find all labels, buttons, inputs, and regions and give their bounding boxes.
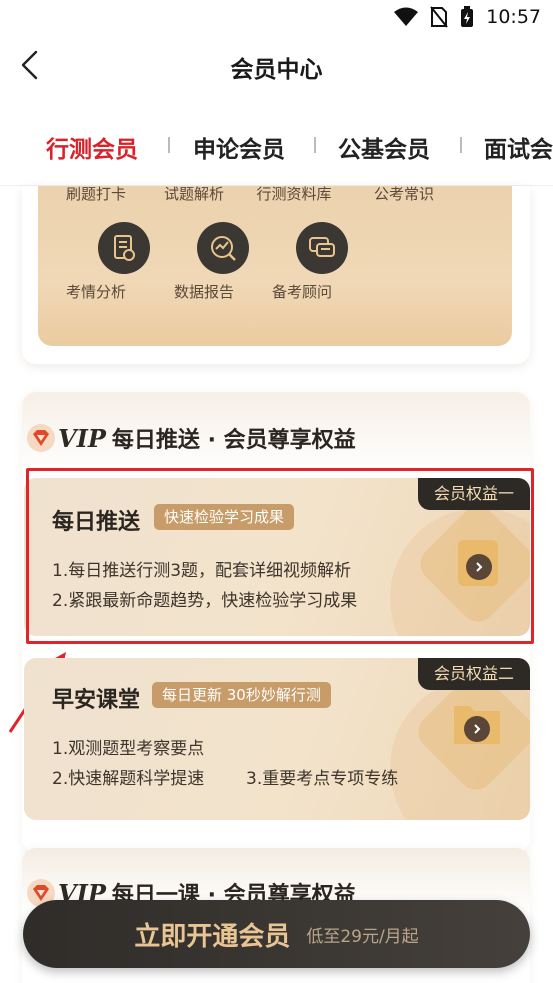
cta-price: 低至29元/月起 (306, 926, 419, 947)
member-tabs: 行测会员 申论会员 公基会员 面试会 (0, 120, 553, 186)
arrow-right-icon[interactable] (464, 716, 490, 742)
benefit-card-morning-class[interactable]: 会员权益二 早安课堂 每日更新 30秒妙解行测 1.观测题型考察要点 2.快速解… (24, 658, 530, 820)
feature-label[interactable]: 考情分析 (46, 281, 146, 302)
status-bar: 10:57 (0, 0, 553, 38)
vip-badge: VIP (26, 423, 106, 453)
screen: 10:57 会员中心 行测会员 申论会员 公基会员 面试会 刷题打卡 试题解析 … (0, 0, 553, 983)
tab-separator (314, 137, 316, 153)
vip-diamond-icon (27, 424, 55, 452)
consultant-chat-icon[interactable] (296, 222, 348, 274)
feature-label[interactable]: 刷题打卡 (46, 183, 146, 204)
benefit-line: 3.重要考点专项专练 (246, 769, 399, 789)
benefit-line: 1.每日推送行测3题，配套详细视频解析 (52, 561, 352, 581)
benefit-tag: 会员权益一 (417, 478, 530, 510)
tab-xingce[interactable]: 行测会员 (46, 130, 138, 164)
feature-card: 刷题打卡 试题解析 行测资料库 公考常识 考情分析 数据报告 备考顾问 (22, 183, 530, 364)
benefit-pill: 快速检验学习成果 (154, 504, 295, 530)
status-time: 10:57 (486, 6, 541, 28)
tab-separator (168, 137, 170, 153)
feature-label[interactable]: 数据报告 (174, 281, 274, 302)
benefit-pill: 每日更新 30秒妙解行测 (152, 682, 331, 708)
tab-gongji[interactable]: 公基会员 (338, 130, 430, 164)
feature-label[interactable]: 备考顾问 (272, 281, 372, 302)
battery-charging-icon (461, 6, 474, 27)
tab-mianshi[interactable]: 面试会 (484, 130, 553, 164)
open-membership-button[interactable]: 立即开通会员 低至29元/月起 (23, 900, 530, 968)
benefit-line: 1.观测题型考察要点 (52, 739, 205, 759)
feature-label[interactable]: 行测资料库 (244, 183, 344, 204)
benefit-title: 每日推送 (52, 510, 141, 535)
benefit-line: 2.快速解题科学提速 (52, 769, 205, 789)
vip-text: VIP (58, 423, 106, 453)
feature-panel: 刷题打卡 试题解析 行测资料库 公考常识 考情分析 数据报告 备考顾问 (38, 183, 512, 346)
wifi-icon (394, 7, 419, 26)
vip-section-header: VIP 每日推送 · 会员尊享权益 (26, 420, 356, 456)
nav-bar: 会员中心 (0, 38, 553, 96)
cta-label: 立即开通会员 (134, 921, 291, 952)
benefit-card-daily-push[interactable]: 会员权益一 每日推送 快速检验学习成果 1.每日推送行测3题，配套详细视频解析 … (24, 478, 530, 636)
benefit-tag: 会员权益二 (417, 658, 530, 690)
exam-analysis-icon[interactable] (98, 222, 150, 274)
data-report-icon[interactable] (197, 222, 249, 274)
tab-shenlun[interactable]: 申论会员 (193, 130, 285, 164)
section-title: 每日推送 · 会员尊享权益 (111, 428, 356, 453)
arrow-right-icon[interactable] (466, 554, 492, 580)
feature-label[interactable]: 试题解析 (144, 183, 244, 204)
benefit-title: 早安课堂 (52, 688, 141, 713)
benefit-line: 2.紧跟最新命题趋势，快速检验学习成果 (52, 591, 358, 611)
tab-separator (460, 137, 462, 153)
no-sim-icon (430, 6, 449, 28)
feature-label[interactable]: 公考常识 (374, 183, 474, 204)
page-title: 会员中心 (230, 57, 323, 83)
